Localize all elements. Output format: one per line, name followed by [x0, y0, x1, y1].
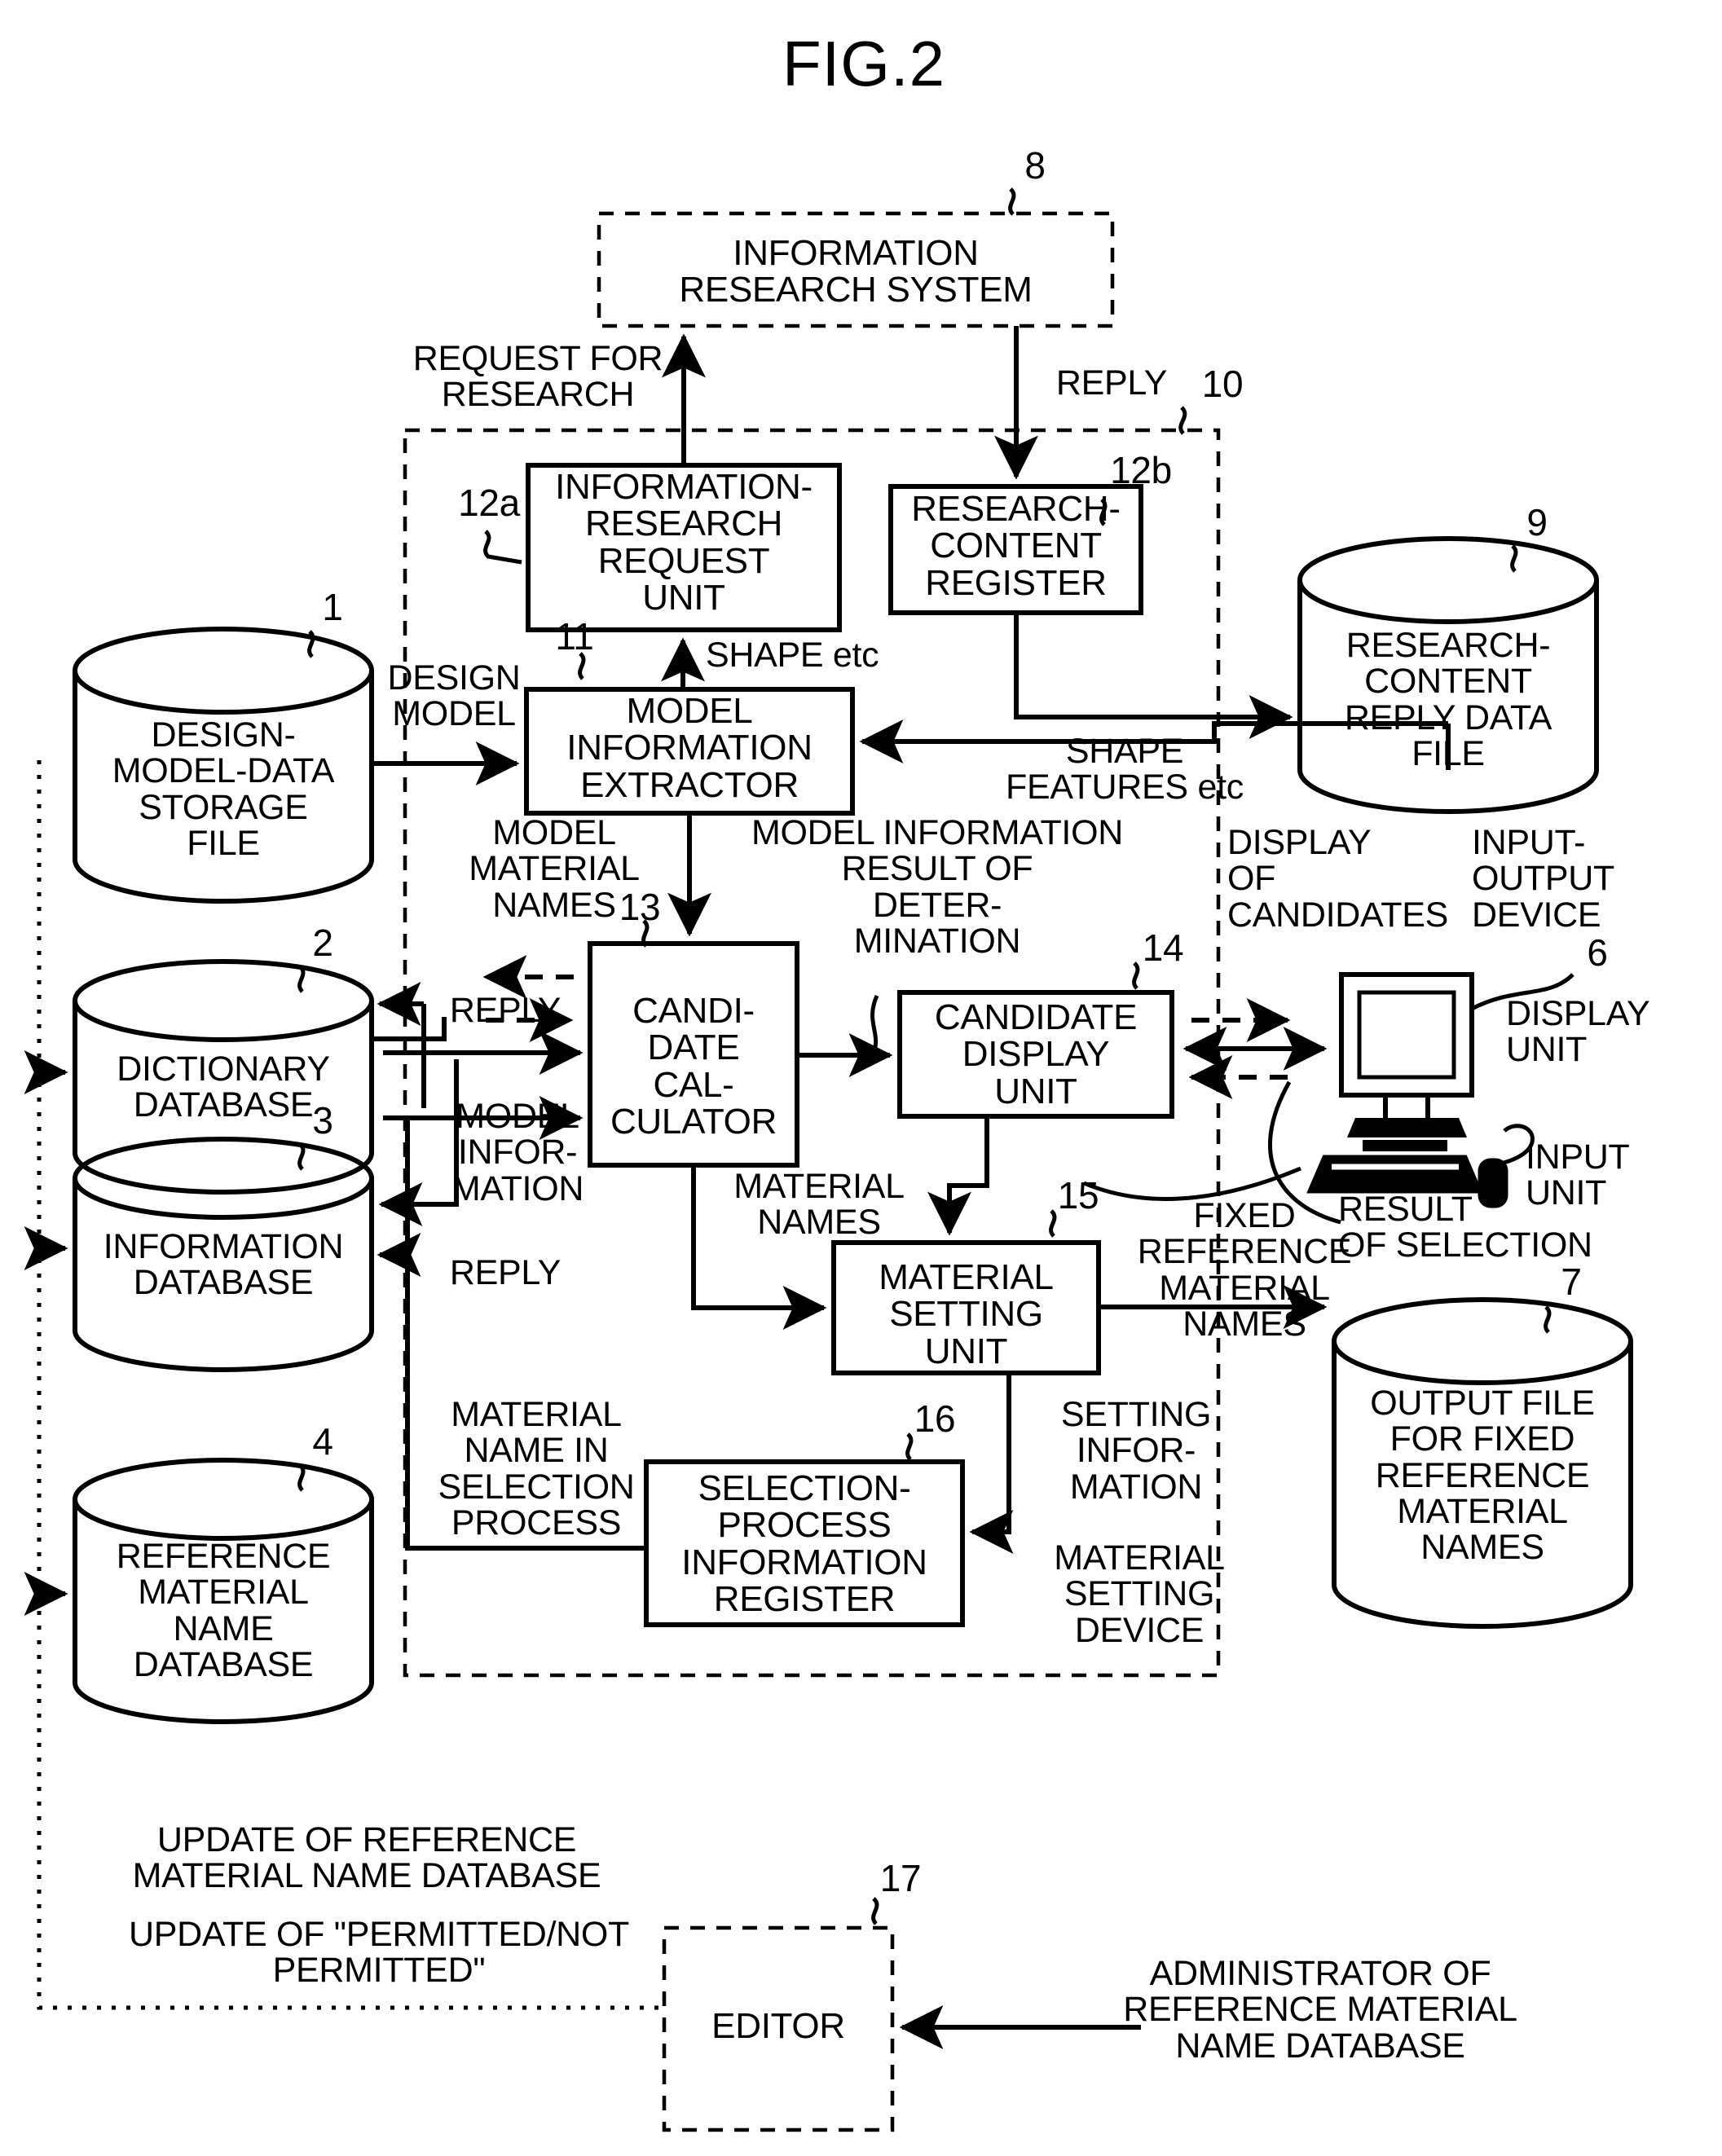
cylinder-label-reference-material-name-database: REFERENCE MATERIAL NAME DATABASE [116, 1537, 331, 1684]
flow-label-material-names: MATERIAL NAMES [733, 1167, 905, 1243]
leader-fixed-ref-curve [1083, 1166, 1301, 1201]
flow-label-request-for-research: REQUEST FOR RESEARCH [412, 339, 663, 415]
box-label-model-information-extractor: MODEL INFORMATION EXTRACTOR [566, 691, 813, 805]
box-label-candidate-calculator: CANDI- DATE CAL- CULATOR [610, 991, 777, 1142]
cylinder-label-output-file-fixed-reference-material-names: OUTPUT FILE FOR FIXED REFERENCE MATERIAL… [1370, 1384, 1595, 1568]
arrow-setting-information [969, 1373, 1014, 1554]
note-administrator-of-reference-material-name-database: ADMINISTRATOR OF REFERENCE MATERIAL NAME… [1123, 1954, 1517, 2066]
device-label-display-unit: DISPLAY UNIT [1506, 994, 1650, 1070]
ref-2: 2 [312, 922, 333, 964]
box-label-information-research-system: INFORMATION RESEARCH SYSTEM [679, 233, 1033, 310]
leader-ref-8 [1008, 187, 1016, 216]
flow-label-result-of-selection: RESULT OF SELECTION [1338, 1190, 1592, 1265]
ref-14: 14 [1142, 926, 1184, 969]
ref-6: 6 [1587, 931, 1608, 974]
ref-9: 9 [1526, 501, 1548, 543]
arrow-candidate-display-to-material-setting [927, 1116, 989, 1236]
ref-1: 1 [322, 586, 343, 628]
ref-8: 8 [1024, 144, 1046, 187]
device-label-input-output-device: INPUT- OUTPUT DEVICE [1472, 823, 1614, 935]
flow-label-reply-1: REPLY [449, 991, 562, 1030]
flow-label-design-model: DESIGN MODEL [387, 658, 521, 734]
flow-label-material-name-in-selection-process: MATERIAL NAME IN SELECTION PROCESS [438, 1395, 635, 1542]
flow-label-shape-features-etc: SHAPE FEATURES etc [1006, 732, 1244, 807]
computer-illustration [1339, 972, 1474, 1118]
keyboard-icon [1306, 1155, 1483, 1194]
leader-ref-12a [483, 530, 522, 565]
flow-label-setting-information: SETTING INFOR- MATION [1060, 1395, 1212, 1507]
computer-base [1347, 1118, 1467, 1151]
flow-label-model-information-left: MODEL INFOR- MATION [451, 1097, 584, 1208]
leader-ref-3 [297, 1142, 306, 1171]
flow-label-model-information-result: MODEL INFORMATION RESULT OF DETER- MINAT… [751, 813, 1123, 961]
ref-12a: 12a [458, 482, 520, 524]
flow-label-reply-top: REPLY [1055, 363, 1168, 403]
leader-ref-17 [871, 1897, 879, 1925]
leader-ref-2 [297, 965, 306, 993]
box-label-candidate-display-unit: CANDIDATE DISPLAY UNIT [934, 997, 1138, 1111]
leader-ref-4 [297, 1463, 306, 1492]
leader-ref-10 [1178, 406, 1187, 435]
cylinder-label-design-model-data-storage-file: DESIGN- MODEL-DATA STORAGE FILE [112, 715, 335, 863]
box-label-research-content-register: RESEARCH- CONTENT REGISTER [911, 489, 1121, 603]
box-label-selection-process-information-register: SELECTION- PROCESS INFORMATION REGISTER [681, 1468, 927, 1619]
ref-3: 3 [312, 1099, 333, 1142]
cylinder-label-research-content-reply-data-file: RESEARCH- CONTENT REPLY DATA FILE [1344, 626, 1552, 773]
ref-13: 13 [619, 886, 661, 928]
flow-label-material-setting-device: MATERIAL SETTING DEVICE [1054, 1538, 1225, 1650]
box-label-information-research-request-unit: INFORMATION- RESEARCH REQUEST UNIT [555, 467, 813, 618]
note-update-of-reference-material-name-database: UPDATE OF REFERENCE MATERIAL NAME DATABA… [132, 1820, 601, 1896]
ref-15: 15 [1057, 1174, 1099, 1217]
box-label-material-setting-unit: MATERIAL SETTING UNIT [879, 1257, 1054, 1371]
ref-12b: 12b [1110, 449, 1172, 491]
ref-17: 17 [879, 1857, 922, 1899]
note-update-of-permitted-not-permitted: UPDATE OF "PERMITTED/NOT PERMITTED" [128, 1915, 630, 1991]
cylinder-label-information-database: INFORMATION DATABASE [103, 1227, 344, 1303]
flow-label-shape-etc: SHAPE etc [706, 636, 879, 675]
patent-figure-canvas: FIG.2 INFORMATION RESEARCH SYSTEM 8 10 R… [0, 0, 1722, 2156]
ref-16: 16 [914, 1397, 956, 1440]
ref-11: 11 [555, 615, 594, 658]
box-label-editor: EDITOR [711, 2006, 845, 2046]
leader-ref-9 [1510, 544, 1518, 573]
flow-label-display-of-candidates: DISPLAY OF CANDIDATES [1227, 823, 1448, 935]
ref-4: 4 [312, 1420, 333, 1463]
flow-label-reply-2: REPLY [449, 1253, 562, 1292]
leader-result-determination [868, 994, 879, 1061]
arrow-register-to-reply-data-file [1014, 613, 1293, 739]
flow-label-fixed-reference-material-names: FIXED REFERENCE MATERIAL NAMES [1137, 1196, 1352, 1344]
leader-ref-7 [1544, 1305, 1552, 1334]
page-title: FIG.2 [782, 28, 946, 99]
ref-7: 7 [1561, 1261, 1582, 1303]
